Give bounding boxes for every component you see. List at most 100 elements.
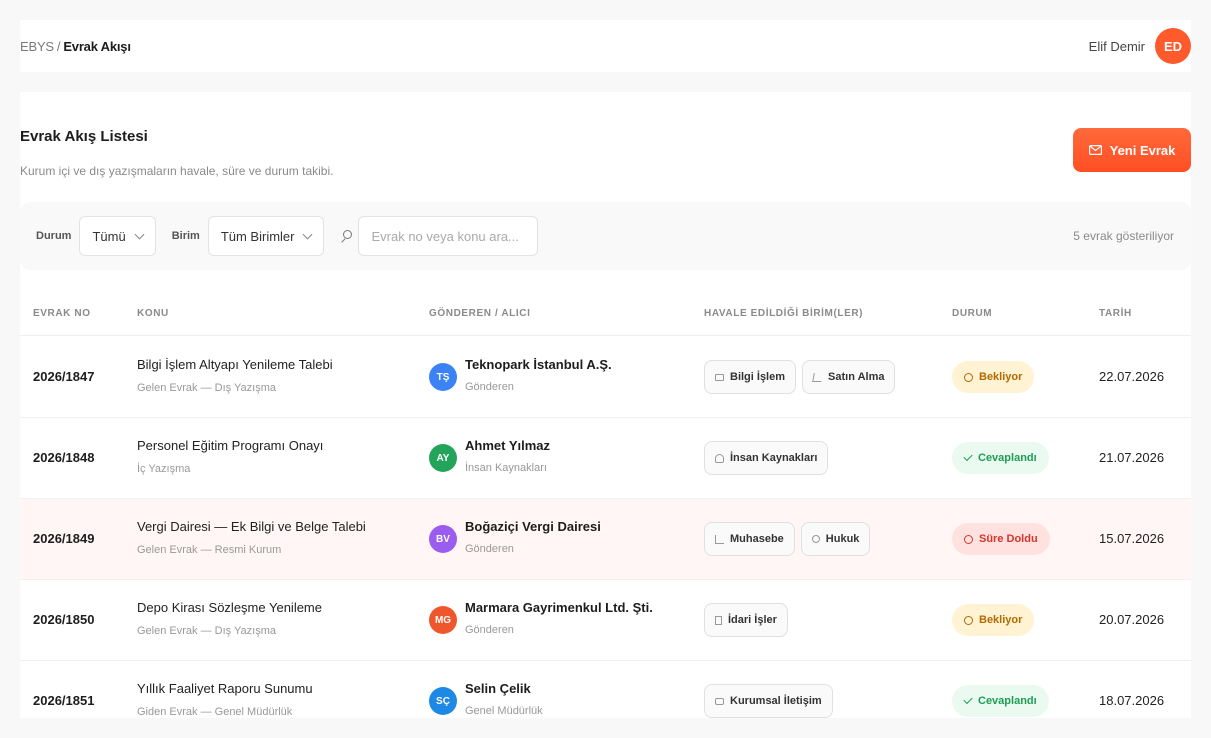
chart-icon [715, 534, 724, 544]
party-name: Selin Çelik [465, 681, 531, 696]
mail-icon [1088, 145, 1102, 155]
search-input[interactable] [358, 216, 539, 256]
unit-chip[interactable]: Muhasebe [704, 522, 795, 556]
user-menu[interactable]: Elif Demir ED [1089, 28, 1191, 64]
top-header: EBYS / Evrak Akışı Elif Demir ED [20, 20, 1191, 72]
party-avatar: TŞ [429, 363, 457, 391]
status-badge: Cevaplandı [952, 685, 1049, 717]
col-doc-no[interactable]: EVRAK NO [33, 308, 91, 319]
doc-date: 15.07.2026 [1099, 531, 1165, 546]
party-avatar: SÇ [429, 687, 457, 715]
check-icon [963, 694, 973, 705]
subject-cell: Depo Kirası Sözleşme Yenileme Gelen Evrak… [137, 600, 322, 637]
party-role: Gönderen [465, 543, 514, 555]
main-panel: Evrak Akış Listesi Kurum içi ve dış yazı… [20, 92, 1191, 718]
subject-cell: Bilgi İşlem Altyapı Yenileme Talebi Gelen… [137, 357, 333, 394]
doc-number[interactable]: 2026/1849 [33, 531, 94, 546]
subject-title[interactable]: Bilgi İşlem Altyapı Yenileme Talebi [137, 357, 333, 372]
check-icon [963, 451, 973, 462]
unit-chip[interactable]: Hukuk [800, 522, 871, 556]
party-name: Boğaziçi Vergi Dairesi [465, 519, 601, 534]
breadcrumb-separator: / [56, 38, 61, 54]
avatar[interactable]: ED [1155, 28, 1191, 64]
party-cell: AY Ahmet Yılmaz İnsan Kaynakları [429, 438, 550, 474]
units-cell: İdari İşler [704, 603, 788, 637]
breadcrumb: EBYS / Evrak Akışı [20, 39, 131, 54]
unit-chip-label: Kurumsal İletişim [730, 695, 822, 707]
clock-icon [964, 372, 973, 382]
unit-chip-label: Satın Alma [828, 371, 885, 383]
new-document-label: Yeni Evrak [1109, 142, 1176, 158]
status-filter-label: Durum [36, 230, 72, 242]
subject-title[interactable]: Depo Kirası Sözleşme Yenileme [137, 600, 322, 615]
table-row[interactable]: 2026/1847 Bilgi İşlem Altyapı Yenileme Ta… [20, 337, 1191, 418]
search-box [340, 216, 539, 256]
subject-cell: Personel Eğitim Programı Onayı İç Yazışma [137, 438, 323, 475]
doc-number[interactable]: 2026/1850 [33, 612, 94, 627]
status-filter-select[interactable]: Tümü [79, 216, 156, 256]
table-row[interactable]: 2026/1848 Personel Eğitim Programı Onayı İ… [20, 418, 1191, 499]
units-cell: Muhasebe Hukuk [704, 522, 871, 556]
doc-date: 18.07.2026 [1099, 693, 1165, 708]
table-row[interactable]: 2026/1850 Depo Kirası Sözleşme Yenileme Ge… [20, 580, 1191, 661]
unit-filter-value: Tüm Birimler [220, 228, 295, 244]
units-cell: Kurumsal İletişim [704, 684, 833, 718]
table-row[interactable]: 2026/1849 Vergi Dairesi — Ek Bilgi ve Bel… [20, 499, 1191, 580]
user-name: Elif Demir [1088, 38, 1145, 54]
table-header: EVRAK NO KONU GÖNDEREN / ALICI HAVALE ED… [20, 292, 1191, 336]
party-cell: BV Boğaziçi Vergi Dairesi Gönderen [429, 519, 601, 555]
subject-type: Gelen Evrak — Dış Yazışma [137, 382, 276, 394]
unit-chip[interactable]: İdari İşler [704, 603, 788, 637]
col-status[interactable]: DURUM [952, 308, 992, 319]
status-cell: Bekliyor [952, 361, 1035, 393]
status-cell: Cevaplandı [952, 685, 1049, 717]
party-avatar: BV [429, 525, 457, 553]
status-filter-value: Tümü [92, 228, 126, 244]
units-cell: İnsan Kaynakları [704, 441, 829, 475]
table-row[interactable]: 2026/1851 Yıllık Faaliyet Raporu Sunumu Gi… [20, 661, 1191, 718]
subject-type: Gelen Evrak — Resmi Kurum [137, 544, 282, 556]
doc-date: 21.07.2026 [1099, 450, 1165, 465]
subject-title[interactable]: Yıllık Faaliyet Raporu Sunumu [137, 681, 313, 696]
party-role: Gönderen [465, 624, 514, 636]
clock-icon [964, 615, 973, 625]
party-name: Marmara Gayrimenkul Ltd. Şti. [465, 600, 653, 615]
col-units[interactable]: HAVALE EDİLDİĞİ BİRİM(LER) [704, 308, 863, 319]
message-icon [715, 697, 724, 705]
subject-cell: Vergi Dairesi — Ek Bilgi ve Belge Talebi… [137, 519, 366, 556]
unit-chip[interactable]: Kurumsal İletişim [704, 684, 833, 718]
subject-type: Gelen Evrak — Dış Yazışma [137, 625, 276, 637]
party-cell: SÇ Selin Çelik Genel Müdürlük [429, 681, 543, 717]
col-subject[interactable]: KONU [137, 308, 169, 319]
unit-filter-select[interactable]: Tüm Birimler [207, 216, 325, 256]
unit-chip-label: İdari İşler [728, 614, 777, 626]
status-badge: Cevaplandı [952, 442, 1049, 474]
doc-number[interactable]: 2026/1847 [33, 369, 94, 384]
party-avatar: MG [429, 606, 457, 634]
search-icon [340, 230, 353, 242]
chevron-down-icon [134, 229, 145, 239]
filter-bar: Durum Tümü Birim Tüm Birimler 5 evrak gö… [20, 202, 1191, 270]
party-role: Genel Müdürlük [465, 705, 543, 717]
party-name: Ahmet Yılmaz [465, 438, 551, 453]
unit-chip-label: Hukuk [825, 533, 860, 545]
subject-title[interactable]: Vergi Dairesi — Ek Bilgi ve Belge Talebi [137, 519, 366, 534]
unit-chip[interactable]: İnsan Kaynakları [704, 441, 829, 475]
subject-title[interactable]: Personel Eğitim Programı Onayı [137, 438, 323, 453]
col-date[interactable]: TARİH [1099, 308, 1132, 319]
new-document-button[interactable]: Yeni Evrak [1073, 128, 1191, 172]
scale-icon [811, 535, 820, 543]
unit-chip[interactable]: Bilgi İşlem [704, 360, 797, 394]
result-count: 5 evrak gösteriliyor [1073, 229, 1174, 243]
col-party[interactable]: GÖNDEREN / ALICI [429, 308, 530, 319]
status-cell: Süre Doldu [952, 523, 1050, 555]
chevron-down-icon [303, 229, 313, 239]
breadcrumb-root[interactable]: EBYS [20, 39, 54, 54]
unit-chip[interactable]: Satın Alma [802, 360, 896, 394]
doc-number[interactable]: 2026/1848 [33, 450, 94, 465]
doc-number[interactable]: 2026/1851 [33, 693, 94, 708]
status-label: Süre Doldu [979, 533, 1038, 545]
status-cell: Bekliyor [952, 604, 1035, 636]
page-title: Evrak Akış Listesi [20, 128, 148, 145]
doc-date: 20.07.2026 [1099, 612, 1165, 627]
